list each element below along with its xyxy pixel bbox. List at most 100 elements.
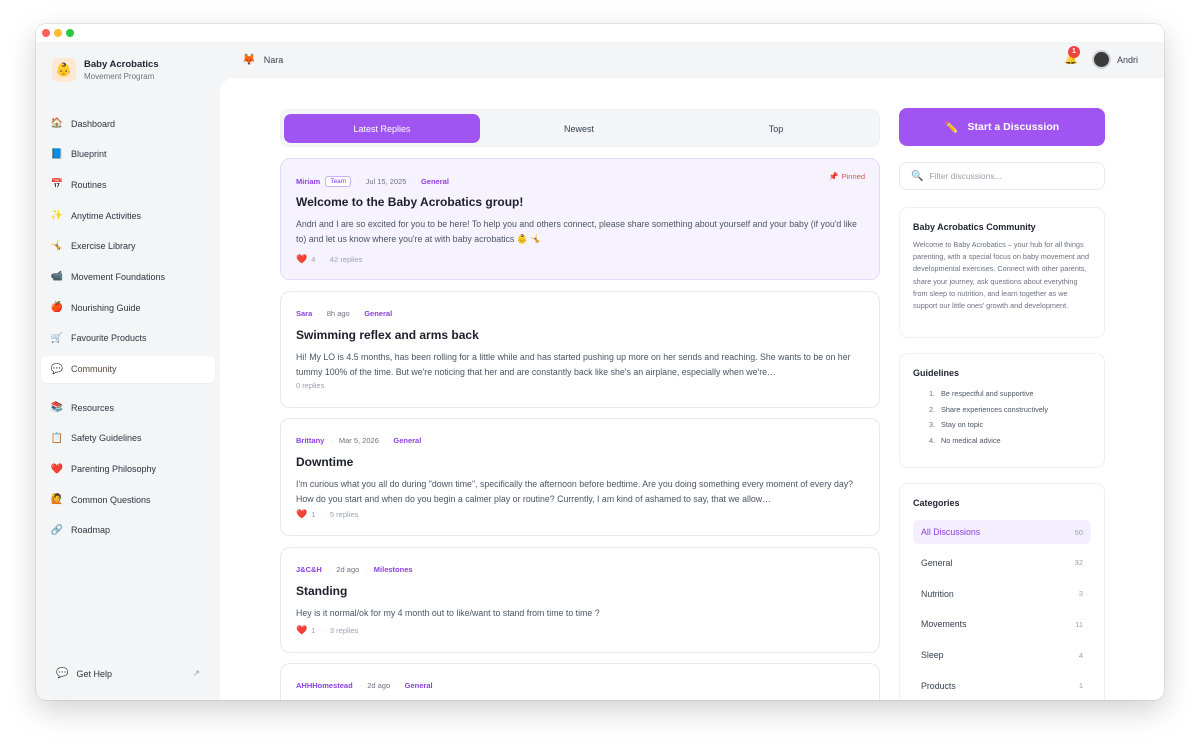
sidebar-item-community[interactable]: 💬 Community bbox=[41, 355, 215, 383]
post-category[interactable]: General bbox=[393, 436, 421, 445]
about-text: Welcome to Baby Acrobatics – your hub fo… bbox=[913, 240, 1090, 311]
category-products[interactable]: Products 1 bbox=[913, 674, 1091, 698]
discussion-card[interactable]: Sara · 8h ago · General Swimming reflex … bbox=[280, 291, 880, 408]
separator: · bbox=[355, 309, 359, 318]
minimize-window-button[interactable] bbox=[54, 29, 62, 37]
team-badge: Team bbox=[325, 176, 352, 187]
post-category[interactable]: General bbox=[364, 309, 392, 318]
sidebar-item-favourite-products[interactable]: 🛒 Favourite Products bbox=[41, 325, 215, 352]
start-discussion-label: Start a Discussion bbox=[967, 121, 1060, 133]
brand[interactable]: 👶 Baby Acrobatics Movement Program bbox=[52, 58, 159, 82]
post-date: Mar 5, 2026 bbox=[338, 436, 379, 445]
discussion-card[interactable]: Brittany · Mar 5, 2026 · General Downtim… bbox=[280, 418, 880, 536]
sidebar-item-safety-guidelines[interactable]: 📋 Safety Guidelines bbox=[41, 425, 215, 452]
post-date: 2d ago bbox=[336, 565, 360, 574]
sidebar-item-anytime-activities[interactable]: ✨ Anytime Activities bbox=[41, 202, 215, 229]
start-discussion-button[interactable]: ✏️ Start a Discussion bbox=[899, 108, 1105, 146]
filter-discussions[interactable]: 🔍 bbox=[899, 162, 1105, 190]
post-title[interactable]: Downtime bbox=[296, 455, 353, 469]
get-help-link[interactable]: 💬 Get Help ↗ bbox=[56, 668, 200, 679]
discussion-card[interactable]: J&C&H · 2d ago · Milestones Standing Hey… bbox=[280, 547, 880, 653]
separator: · bbox=[358, 681, 362, 690]
reply-count: 0 replies bbox=[296, 381, 325, 390]
video-camera-icon: 📹 bbox=[50, 271, 64, 283]
heart-icon[interactable]: ❤️ bbox=[296, 625, 307, 636]
guideline-item: 3. Stay on topic bbox=[929, 420, 984, 430]
clipboard-icon: 📋 bbox=[50, 432, 64, 444]
tab-latest-replies[interactable]: Latest Replies bbox=[284, 114, 480, 143]
post-author[interactable]: Brittany bbox=[296, 436, 324, 445]
post-author[interactable]: J&C&H bbox=[296, 565, 322, 574]
separator: · bbox=[321, 626, 324, 635]
category-sleep[interactable]: Sleep 4 bbox=[913, 643, 1091, 667]
sidebar-item-parenting-philosophy[interactable]: ❤️ Parenting Philosophy bbox=[41, 456, 215, 483]
house-icon: 🏠 bbox=[50, 118, 64, 129]
post-meta: Miriam Team · Jul 15, 2025 · General bbox=[296, 176, 449, 187]
sidebar-item-label: Parenting Philosophy bbox=[71, 464, 157, 475]
sidebar-item-label: Dashboard bbox=[71, 118, 116, 129]
workspace-switcher[interactable]: 🦊 Nara bbox=[242, 53, 283, 66]
sidebar-item-nourishing-guide[interactable]: 🍎 Nourishing Guide bbox=[41, 294, 215, 321]
chat-bubble-icon: 💬 bbox=[56, 668, 69, 679]
post-excerpt: Andri and I are so excited for you to be… bbox=[296, 219, 857, 244]
user-name[interactable]: Andri bbox=[1117, 55, 1138, 65]
brand-name: Baby Acrobatics bbox=[84, 58, 159, 70]
post-category[interactable]: General bbox=[421, 177, 449, 186]
post-stats: ❤️ 4 · 42 replies bbox=[296, 254, 362, 265]
sidebar-item-resources[interactable]: 📚 Resources bbox=[41, 394, 215, 421]
heart-icon[interactable]: ❤️ bbox=[296, 254, 307, 265]
close-window-button[interactable] bbox=[42, 29, 50, 37]
post-title[interactable]: Standing bbox=[296, 584, 347, 598]
post-meta: J&C&H · 2d ago · Milestones bbox=[296, 565, 413, 574]
top-bar: 🦊 Nara 🔔 1 Andri bbox=[220, 42, 1164, 78]
sidebar-item-movement-foundations[interactable]: 📹 Movement Foundations bbox=[41, 263, 215, 290]
external-arrow-icon: ↗ bbox=[192, 668, 200, 678]
notification-badge: 1 bbox=[1068, 46, 1080, 58]
category-movements[interactable]: Movements 11 bbox=[913, 612, 1091, 636]
categories-title: Categories bbox=[913, 498, 960, 508]
sidebar-item-blueprint[interactable]: 📘 Blueprint bbox=[41, 141, 215, 168]
post-author[interactable]: Sara bbox=[296, 309, 312, 318]
sidebar-item-label: Community bbox=[71, 364, 117, 374]
sidebar-nav: 🏠 Dashboard 📘 Blueprint 📅 Routines ✨ Any… bbox=[41, 110, 215, 548]
like-count: 1 bbox=[311, 510, 316, 519]
post-category[interactable]: Milestones bbox=[374, 565, 413, 574]
discussion-card[interactable]: Miriam Team · Jul 15, 2025 · General 📌 P… bbox=[280, 158, 880, 280]
category-nutrition[interactable]: Nutrition 3 bbox=[913, 582, 1091, 606]
sidebar-item-label: Exercise Library bbox=[71, 241, 136, 252]
sidebar-item-exercise-library[interactable]: 🤸 Exercise Library bbox=[41, 233, 215, 260]
get-help-label: Get Help bbox=[76, 668, 112, 679]
category-general[interactable]: General 32 bbox=[913, 551, 1091, 575]
post-author[interactable]: Miriam bbox=[296, 177, 320, 186]
person-raising-hand-icon: 🙋 bbox=[50, 494, 64, 506]
sidebar-item-label: Common Questions bbox=[71, 494, 151, 505]
tab-top[interactable]: Top bbox=[678, 114, 874, 143]
category-label: Movements bbox=[921, 619, 967, 630]
like-count: 4 bbox=[311, 255, 316, 264]
heart-icon[interactable]: ❤️ bbox=[296, 509, 307, 520]
sidebar-item-label: Blueprint bbox=[71, 149, 107, 160]
filter-input[interactable] bbox=[929, 171, 1090, 181]
discussion-card[interactable]: AHHHomestead · 2d ago · General bbox=[280, 663, 880, 700]
avatar[interactable] bbox=[1092, 50, 1111, 69]
sidebar-item-common-questions[interactable]: 🙋 Common Questions bbox=[41, 486, 215, 513]
sidebar-item-dashboard[interactable]: 🏠 Dashboard bbox=[41, 110, 215, 137]
post-title[interactable]: Swimming reflex and arms back bbox=[296, 328, 479, 342]
guidelines-card: Guidelines 1. Be respectful and supportiv… bbox=[899, 353, 1105, 468]
reply-count: 5 replies bbox=[329, 510, 359, 519]
post-excerpt: I'm curious what you all do during "down… bbox=[296, 479, 854, 504]
zoom-window-button[interactable] bbox=[66, 29, 74, 37]
guidelines-title: Guidelines bbox=[913, 368, 960, 378]
category-all-discussions[interactable]: All Discussions 50 bbox=[913, 520, 1091, 544]
guideline-item: 4. No medical advice bbox=[929, 435, 1001, 445]
books-icon: 📚 bbox=[50, 402, 64, 414]
post-category[interactable]: General bbox=[405, 681, 433, 690]
tab-newest[interactable]: Newest bbox=[481, 114, 677, 143]
sidebar: 👶 Baby Acrobatics Movement Program 🏠 Das… bbox=[36, 42, 220, 700]
sidebar-item-roadmap[interactable]: 🔗 Roadmap bbox=[41, 517, 215, 544]
category-count: 1 bbox=[1078, 681, 1083, 691]
sidebar-item-label: Anytime Activities bbox=[71, 210, 142, 221]
post-title[interactable]: Welcome to the Baby Acrobatics group! bbox=[296, 195, 523, 209]
post-author[interactable]: AHHHomestead bbox=[296, 681, 353, 690]
sidebar-item-routines[interactable]: 📅 Routines bbox=[41, 171, 215, 198]
